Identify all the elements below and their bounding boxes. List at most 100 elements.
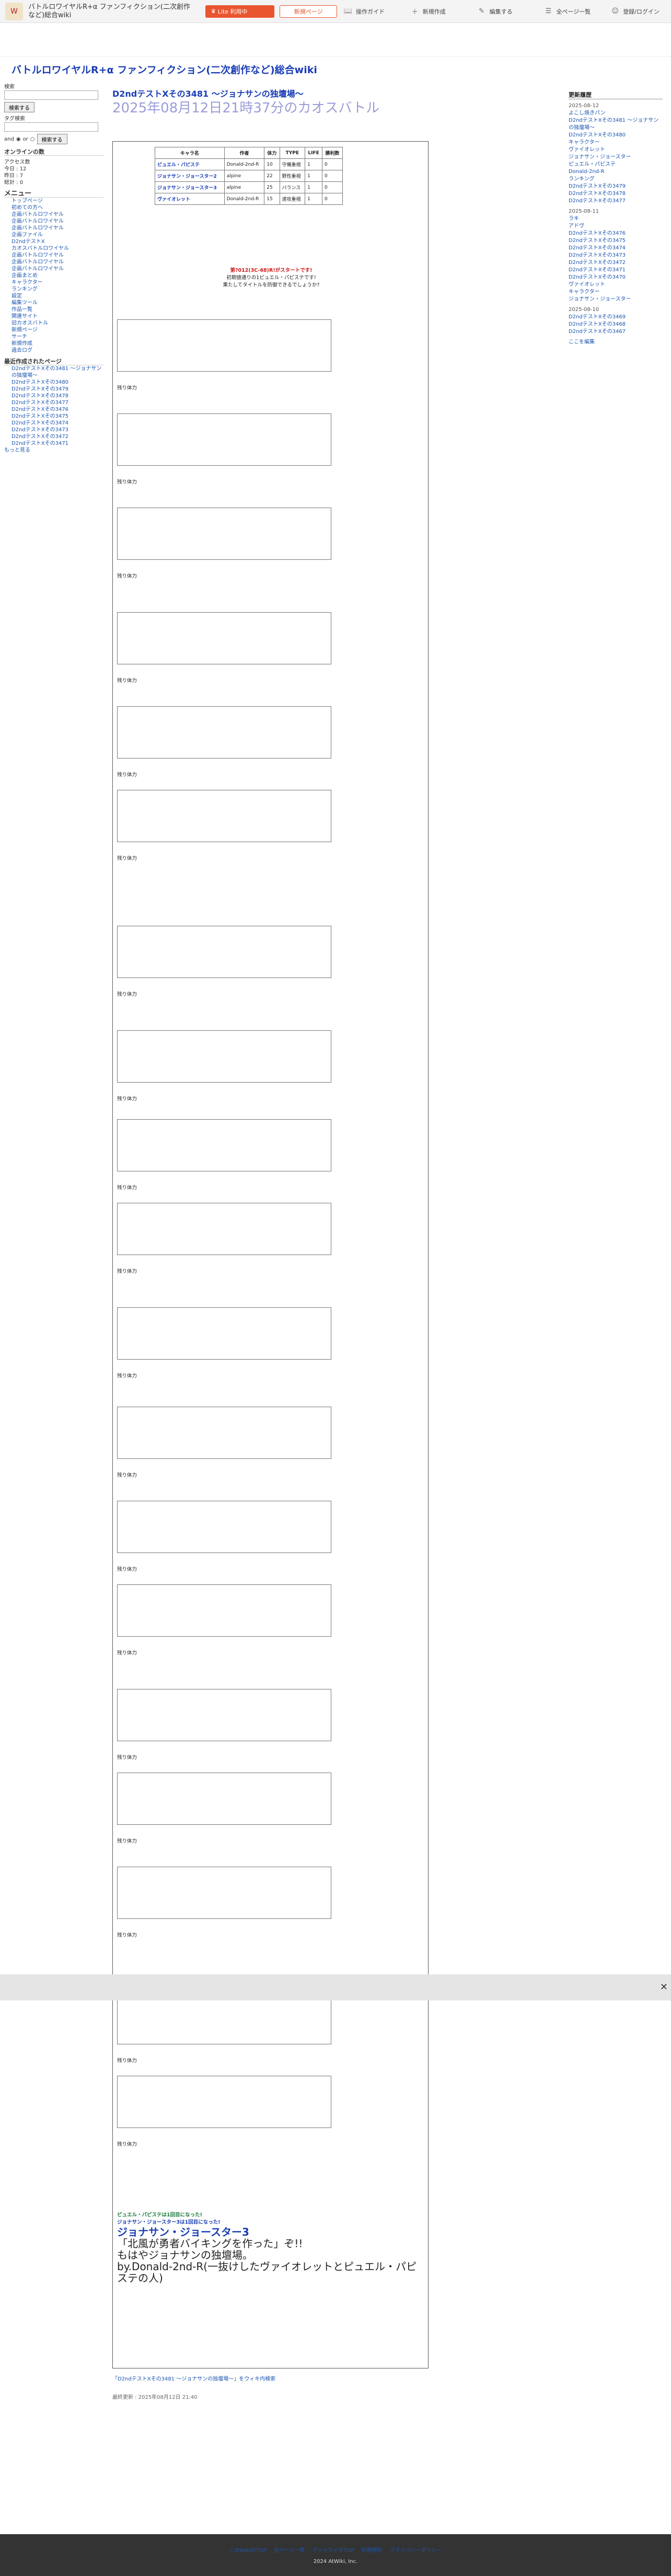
menu-item[interactable]: 設定 <box>4 293 103 300</box>
recent-item[interactable]: D2ndテストXその3478 <box>4 393 103 399</box>
menu-item[interactable]: 企画バトルロワイヤル <box>4 211 103 218</box>
update-item[interactable]: D2ndテストXその3476 <box>569 230 663 237</box>
all-pages-menu[interactable]: ☰ 全ページ一覧 <box>542 6 604 17</box>
update-item[interactable]: D2ndテストXその3474 <box>569 245 663 252</box>
menu-item[interactable]: 編集ツール <box>4 300 103 306</box>
tag-search-input[interactable] <box>4 122 98 132</box>
site-name[interactable]: バトルロワイヤルR+α ファンフィクション(二次創作 など)総合wiki <box>28 3 200 20</box>
update-item[interactable]: D2ndテストXその3467 <box>569 328 663 336</box>
update-item[interactable]: D2ndテストXその3472 <box>569 259 663 267</box>
footer-link[interactable]: このWikiのTOP <box>229 2546 267 2554</box>
remaining-hp-line: 残り体力 <box>117 678 137 684</box>
menu-item[interactable]: 作品一覧 <box>4 306 103 313</box>
attack-box <box>117 612 331 664</box>
recent-item[interactable]: D2ndテストXその3472 <box>4 433 103 440</box>
menu-item[interactable]: 企画ファイル <box>4 232 103 238</box>
update-item[interactable]: ジョナサン・ジョースター <box>569 296 663 303</box>
menu-item[interactable]: キャラクター <box>4 279 103 286</box>
wiki-title-link[interactable]: バトルロワイヤルR+α ファンフィクション(二次創作など)総合wiki <box>11 62 317 76</box>
footer-link[interactable]: 全ページ一覧 <box>274 2546 305 2554</box>
date-heading: 2025-08-12 <box>569 103 599 109</box>
menu-item[interactable]: 企画バトルロワイヤル <box>4 252 103 259</box>
and-radio[interactable]: ◉ <box>16 136 21 143</box>
attack-box <box>117 319 331 372</box>
menu-item[interactable]: 企画バトルロワイヤル <box>4 218 103 225</box>
new-page-button[interactable]: 新規ページ <box>280 5 337 18</box>
update-item[interactable]: D2ndテストXその3480 <box>569 132 663 139</box>
recent-item[interactable]: D2ndテストXその3480 <box>4 379 103 386</box>
update-item[interactable]: キャラクター <box>569 139 663 146</box>
update-item[interactable]: ランキング <box>569 176 663 183</box>
menu-item[interactable]: 関連サイト <box>4 313 103 320</box>
table-row: ヴァイオレット Donald-2nd-R 15 速攻重視 1 0 <box>155 193 343 205</box>
pencil-icon: ✎ <box>479 7 485 15</box>
update-item[interactable]: D2ndテストXその3473 <box>569 252 663 259</box>
tag-search-button[interactable]: 検索する <box>37 134 67 144</box>
close-icon[interactable]: ✕ <box>660 1982 668 1993</box>
footer-link[interactable]: 利用規約 <box>362 2546 383 2554</box>
update-item[interactable]: D2ndテストXその3469 <box>569 314 663 321</box>
search-input[interactable] <box>4 90 98 100</box>
menu-item[interactable]: 企画バトルロワイヤル <box>4 225 103 232</box>
footer-link[interactable]: プライバシーポリシー <box>390 2546 442 2554</box>
update-item[interactable]: D2ndテストXその3481 〜ジョナサンの独壇場〜 <box>569 117 663 132</box>
update-item[interactable]: D2ndテストXその3479 <box>569 183 663 190</box>
update-item[interactable]: ジョナサン・ジョースター <box>569 154 663 161</box>
footer-link[interactable]: アットウィキTOP <box>313 2546 354 2554</box>
or-radio[interactable]: ○ <box>30 136 35 143</box>
menu-item[interactable]: 新規ページ <box>4 327 103 334</box>
recent-item[interactable]: D2ndテストXその3479 <box>4 386 103 393</box>
menu-item[interactable]: トップページ <box>4 198 103 204</box>
update-item[interactable]: ラキ <box>569 215 663 223</box>
guide-menu[interactable]: 📖 操作ガイド <box>342 6 404 17</box>
update-item[interactable]: よこし焼きパン <box>569 110 663 117</box>
create-menu[interactable]: ＋新規作成 <box>409 6 471 17</box>
update-item[interactable]: D2ndテストXその3478 <box>569 190 663 198</box>
menu-item[interactable]: 新規作成 <box>4 340 103 347</box>
recent-item[interactable]: D2ndテストXその3473 <box>4 427 103 433</box>
menu-item[interactable]: 旧カオスバトル <box>4 320 103 327</box>
menu-item[interactable]: 初めての方へ <box>4 204 103 211</box>
edit-here-link[interactable]: ここを編集 <box>569 339 663 346</box>
recent-item[interactable]: D2ndテストXその3476 <box>4 406 103 413</box>
menu-item[interactable]: カオスバトルロワイヤル <box>4 245 103 252</box>
table-cell: 10 <box>264 158 280 170</box>
attack-box <box>117 790 331 842</box>
menu-item[interactable]: 企画まとめ <box>4 272 103 279</box>
recent-item[interactable]: D2ndテストXその3481 〜ジョナサンの独壇場〜 <box>4 365 103 379</box>
menu-item[interactable]: 企画バトルロワイヤル <box>4 259 103 266</box>
update-item[interactable]: D2ndテストXその3475 <box>569 237 663 245</box>
menu-item[interactable]: サーチ <box>4 334 103 340</box>
edit-menu[interactable]: ✎ 編集する <box>476 6 538 17</box>
recent-item[interactable]: D2ndテストXその3474 <box>4 420 103 427</box>
update-list: ラキ アドヴ D2ndテストXその3476 D2ndテストXその3475 D2ndテスト… <box>569 215 663 303</box>
update-item[interactable]: キャラクター <box>569 289 663 296</box>
recent-item[interactable]: D2ndテストXその3475 <box>4 413 103 420</box>
update-item[interactable]: Donald-2nd-R <box>569 168 663 176</box>
date-heading: 2025-08-10 <box>569 307 599 313</box>
login-menu[interactable]: ☺ 登録/ログイン <box>609 6 671 17</box>
menu-item[interactable]: 企画バトルロワイヤル <box>4 266 103 272</box>
update-item[interactable]: D2ndテストXその3470 <box>569 274 663 281</box>
update-item[interactable]: D2ndテストXその3468 <box>569 321 663 328</box>
recent-item[interactable]: D2ndテストXその3471 <box>4 440 103 447</box>
update-item[interactable]: ヴァイオレット <box>569 146 663 154</box>
recent-item[interactable]: D2ndテストXその3477 <box>4 399 103 406</box>
table-cell: 速攻重視 <box>279 193 306 205</box>
menu-item[interactable]: D2ndテストX <box>4 238 103 245</box>
table-cell: Donald-2nd-R <box>224 158 265 170</box>
update-item[interactable]: アドヴ <box>569 223 663 230</box>
menu-item[interactable]: ランキング <box>4 286 103 293</box>
menu-item[interactable]: 過去ログ <box>4 347 103 354</box>
more-link[interactable]: もっと見る <box>4 447 30 453</box>
update-item[interactable]: D2ndテストXその3471 <box>569 267 663 274</box>
update-item[interactable]: D2ndテストXその3477 <box>569 198 663 205</box>
access-today: 今日 : 12 <box>4 166 27 172</box>
update-item[interactable]: ヴァイオレット <box>569 281 663 289</box>
update-item[interactable]: ピュエル・パピステ <box>569 161 663 168</box>
vip-button[interactable]: ♛ Lite 利用中 <box>205 5 275 18</box>
search-button[interactable]: 検索する <box>4 102 34 112</box>
search-in-wiki-link[interactable]: 「D2ndテストXその3481 〜ジョナサンの独壇場〜」をウィキ内検索 <box>112 2376 275 2382</box>
attack-box <box>117 2076 331 2128</box>
site-logo[interactable]: W <box>5 2 23 20</box>
